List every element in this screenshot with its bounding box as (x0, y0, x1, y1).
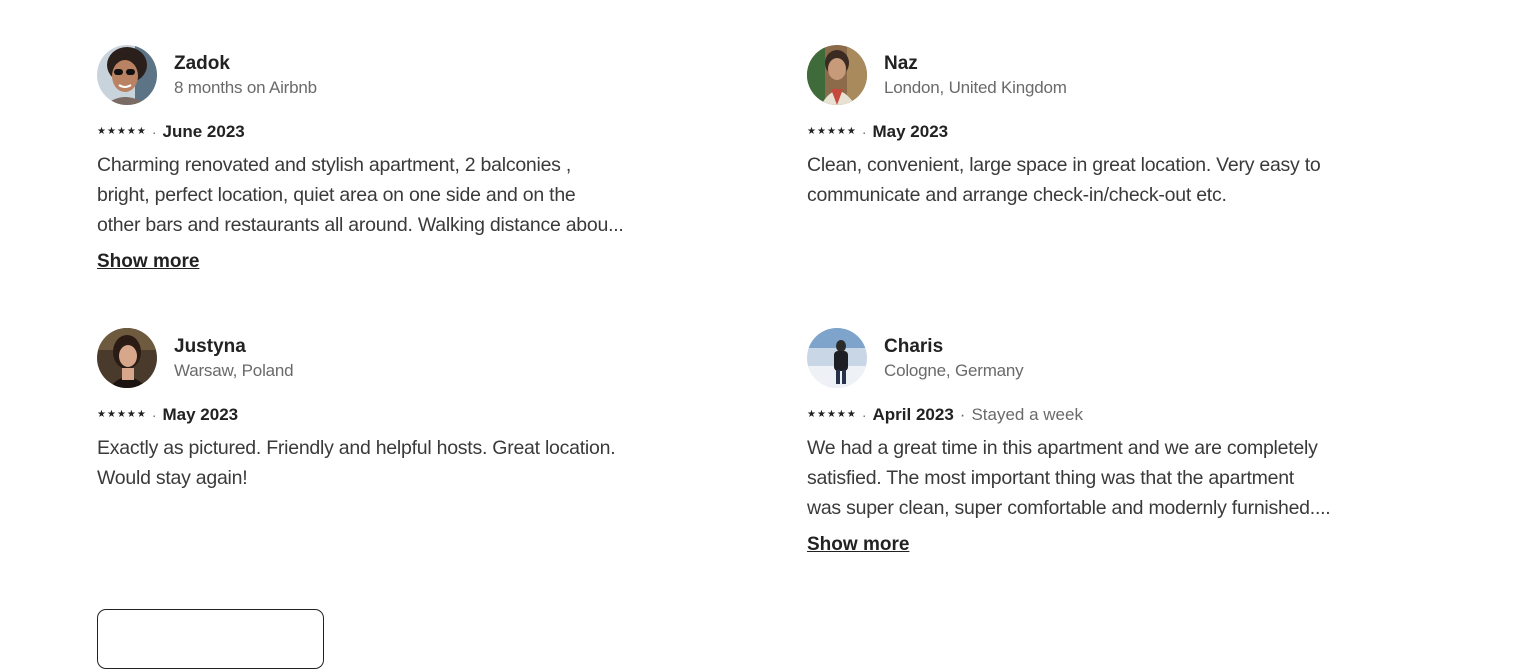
review-date: May 2023 (162, 405, 239, 424)
review-text-line: Exactly as pictured. Friendly and helpfu… (97, 437, 616, 459)
reviewer-subtitle: Warsaw, Poland (174, 360, 294, 380)
avatar-photo (97, 45, 157, 105)
avatar[interactable] (807, 328, 867, 388)
star-icon: ★ (97, 409, 106, 420)
star-icon: ★ (826, 126, 836, 137)
star-icon: ★ (816, 409, 826, 420)
review-text: We had a great time in this apartment an… (807, 433, 1387, 523)
show-all-reviews-button[interactable] (97, 609, 324, 669)
review-header: Charis Cologne, Germany (807, 327, 1387, 389)
reviewer-name: Zadok (174, 52, 230, 74)
rating-stars: ★ ★ ★ ★ ★ (97, 410, 146, 420)
avatar-photo (807, 45, 867, 105)
star-icon: ★ (826, 409, 836, 420)
star-icon: ★ (126, 126, 136, 137)
review-text: Clean, convenient, large space in great … (807, 150, 1387, 210)
review-text-line: other bars and restaurants all around. W… (97, 214, 624, 236)
avatar[interactable] (97, 328, 157, 388)
review-date: June 2023 (162, 122, 245, 141)
star-icon: ★ (846, 126, 856, 137)
reviewer-subtitle: 8 months on Airbnb (174, 77, 317, 97)
review-text-line: was super clean, super comfortable and m… (807, 497, 1331, 519)
avatar-photo (807, 328, 867, 388)
reviewer-name: Justyna (174, 335, 246, 357)
review-text-line: Charming renovated and stylish apartment… (97, 154, 572, 176)
review-meta: ★ ★ ★ ★ ★ · May 2023 (97, 403, 677, 427)
review-header: Zadok 8 months on Airbnb (97, 44, 677, 106)
avatar[interactable] (97, 45, 157, 105)
review-text-line: Would stay again! (97, 467, 248, 489)
review-text-line: bright, perfect location, quiet area on … (97, 184, 576, 206)
star-icon: ★ (126, 409, 136, 420)
review-text: Charming renovated and stylish apartment… (97, 150, 677, 240)
show-more-link[interactable]: Show more (97, 250, 199, 274)
review-header: Naz London, United Kingdom (807, 44, 1387, 106)
reviewer-subtitle: London, United Kingdom (884, 77, 1067, 97)
separator-dot: · (861, 407, 867, 423)
review-text: Exactly as pictured. Friendly and helpfu… (97, 433, 677, 493)
separator-dot: · (959, 405, 966, 424)
separator-dot: · (151, 407, 157, 423)
review-date: April 2023 (872, 405, 954, 424)
show-more-link[interactable]: Show more (807, 533, 909, 557)
review-text-line: Clean, convenient, large space in great … (807, 154, 1321, 176)
star-icon: ★ (136, 126, 146, 137)
star-icon: ★ (836, 126, 846, 137)
review-text-line: We had a great time in this apartment an… (807, 437, 1318, 459)
rating-stars: ★ ★ ★ ★ ★ (807, 410, 856, 420)
review-text-line: satisfied. The most important thing was … (807, 467, 1294, 489)
star-icon: ★ (807, 409, 816, 420)
avatar-photo (97, 328, 157, 388)
star-icon: ★ (846, 409, 856, 420)
star-icon: ★ (106, 126, 116, 137)
review-text-line: communicate and arrange check-in/check-o… (807, 184, 1227, 206)
review-card: Justyna Warsaw, Poland ★ ★ ★ ★ ★ · May 2… (97, 327, 677, 493)
rating-stars: ★ ★ ★ ★ ★ (97, 127, 146, 137)
review-card: Naz London, United Kingdom ★ ★ ★ ★ ★ · M… (807, 44, 1387, 210)
review-card: Zadok 8 months on Airbnb ★ ★ ★ ★ ★ · Jun… (97, 44, 677, 274)
separator-dot: · (861, 124, 867, 140)
reviewer-subtitle: Cologne, Germany (884, 360, 1024, 380)
avatar[interactable] (807, 45, 867, 105)
star-icon: ★ (106, 409, 116, 420)
star-icon: ★ (97, 126, 106, 137)
review-meta: ★ ★ ★ ★ ★ · June 2023 (97, 120, 677, 144)
star-icon: ★ (807, 126, 816, 137)
star-icon: ★ (836, 409, 846, 420)
rating-stars: ★ ★ ★ ★ ★ (807, 127, 856, 137)
review-date: May 2023 (872, 122, 949, 141)
review-card: Charis Cologne, Germany ★ ★ ★ ★ ★ · Apri… (807, 327, 1387, 557)
star-icon: ★ (116, 409, 126, 420)
reviewer-name: Naz (884, 52, 918, 74)
star-icon: ★ (116, 126, 126, 137)
review-meta: ★ ★ ★ ★ ★ · May 2023 (807, 120, 1387, 144)
separator-dot: · (151, 124, 157, 140)
star-icon: ★ (136, 409, 146, 420)
reviewer-name: Charis (884, 335, 944, 357)
star-icon: ★ (816, 126, 826, 137)
review-meta: ★ ★ ★ ★ ★ · April 2023 · Stayed a week (807, 403, 1387, 427)
stay-length: Stayed a week (971, 405, 1083, 424)
review-header: Justyna Warsaw, Poland (97, 327, 677, 389)
